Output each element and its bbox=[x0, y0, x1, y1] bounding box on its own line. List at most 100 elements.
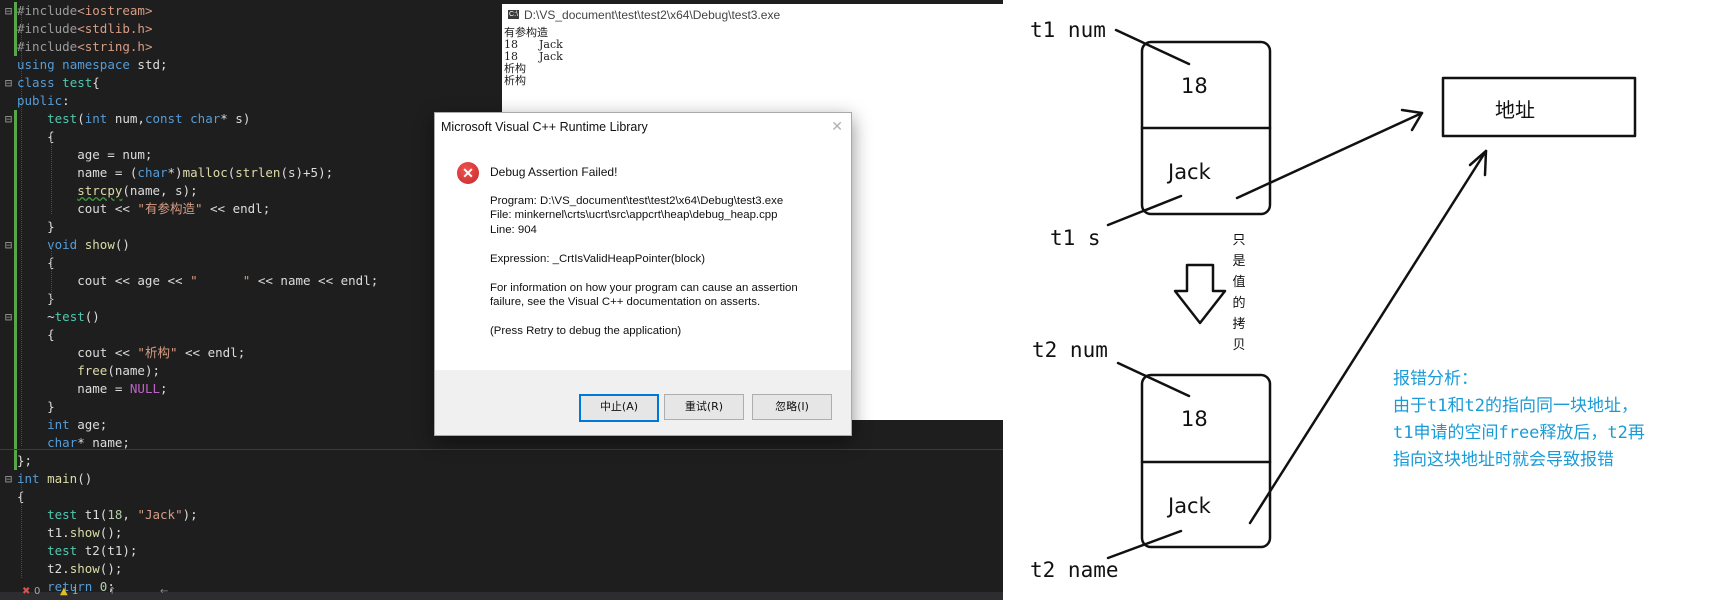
code-text: test t2(t1); bbox=[47, 543, 138, 558]
fold-toggle-icon[interactable]: ⊟ bbox=[3, 2, 14, 20]
dialog-retry-hint: (Press Retry to debug the application) bbox=[490, 325, 682, 337]
down-arrow-icon bbox=[1173, 263, 1227, 325]
code-text: cout << "有参构造" << endl; bbox=[17, 201, 271, 216]
nav-icon[interactable]: ← bbox=[160, 586, 168, 597]
indent-guide bbox=[21, 474, 22, 578]
t2-name-value: Jack bbox=[1168, 494, 1211, 518]
fold-toggle-icon[interactable]: ⊟ bbox=[3, 308, 14, 326]
code-text: cout << age << " " << name << endl; bbox=[17, 273, 379, 288]
error-icon[interactable]: ✖ bbox=[22, 586, 30, 597]
code-text: strcpy(name, s); bbox=[77, 183, 198, 198]
t1-s-pointer bbox=[1106, 194, 1183, 227]
analysis-line: 由于t1和t2的指向同一块地址， bbox=[1393, 396, 1638, 416]
dialog-content: ✕ Debug Assertion Failed! Program: D:\VS… bbox=[435, 143, 851, 370]
error-icon: ✕ bbox=[457, 162, 479, 184]
t2-num-pointer bbox=[1116, 361, 1191, 398]
code-line[interactable]: test t2(t1); bbox=[0, 542, 1003, 560]
t1-num-pointer bbox=[1114, 28, 1191, 66]
code-line[interactable]: t2.show(); bbox=[0, 560, 1003, 578]
copy-note-char: 值 bbox=[1232, 275, 1246, 290]
retry-button[interactable]: 重试(R) bbox=[664, 394, 744, 420]
t1-to-address-arrow bbox=[1235, 111, 1424, 200]
console-title: D:\VS_document\test\test2\x64\Debug\test… bbox=[524, 8, 781, 22]
code-text: } bbox=[17, 219, 55, 234]
code-text: class test{ bbox=[17, 75, 100, 90]
nav-up-icon[interactable]: ↑ bbox=[108, 586, 116, 597]
copy-note-char: 只 bbox=[1232, 233, 1246, 248]
assertion-dialog[interactable]: Microsoft Visual C++ Runtime Library ✕ ✕… bbox=[434, 112, 852, 436]
t2-name-pointer bbox=[1106, 529, 1183, 560]
label-t1-num: t1 num bbox=[1030, 18, 1106, 42]
dialog-line: Line: 904 bbox=[490, 224, 537, 236]
ignore-button[interactable]: 忽略(I) bbox=[752, 394, 832, 420]
console-app-icon: C:\ bbox=[508, 10, 519, 19]
warning-count: 1 bbox=[72, 586, 79, 597]
warning-icon[interactable]: ▲ bbox=[60, 586, 68, 597]
analysis-line: t1申请的空间free释放后，t2再 bbox=[1393, 423, 1645, 443]
memory-diagram: t1 num t1 s t2 num t2 name 18 Jack 18 Ja… bbox=[1003, 0, 1717, 600]
code-text: } bbox=[17, 291, 55, 306]
dialog-program: Program: D:\VS_document\test\test2\x64\D… bbox=[490, 195, 784, 207]
dialog-info-2: failure, see the Visual C++ documentatio… bbox=[490, 296, 761, 308]
error-count: 0 bbox=[34, 586, 41, 597]
console-title-bar[interactable]: C:\ D:\VS_document\test\test2\x64\Debug\… bbox=[502, 4, 1003, 26]
code-text: ~test() bbox=[17, 309, 100, 324]
console-line: 析构 bbox=[504, 74, 526, 87]
close-icon[interactable]: ✕ bbox=[831, 118, 843, 135]
analysis-title: 报错分析： bbox=[1393, 369, 1478, 389]
code-text: age = num; bbox=[17, 147, 153, 162]
copy-note-char: 是 bbox=[1232, 254, 1246, 269]
dialog-title: Microsoft Visual C++ Runtime Library bbox=[441, 120, 648, 134]
fold-toggle-icon[interactable]: ⊟ bbox=[3, 110, 14, 128]
code-text: cout << "析构" << endl; bbox=[17, 345, 246, 360]
fold-toggle-icon[interactable]: ⊟ bbox=[3, 74, 14, 92]
dialog-info-1: For information on how your program can … bbox=[490, 282, 798, 294]
code-text: }; bbox=[17, 453, 33, 468]
editor-divider bbox=[0, 449, 1003, 450]
copy-note-char: 的 bbox=[1232, 296, 1246, 311]
diagram-drawing bbox=[1106, 28, 1637, 560]
analysis-line: 指向这块地址时就会导致报错 bbox=[1393, 450, 1614, 470]
code-text: void show() bbox=[47, 237, 130, 252]
code-text: #include<string.h> bbox=[17, 39, 153, 54]
copy-note-char: 贝 bbox=[1232, 338, 1246, 353]
label-t2-num: t2 num bbox=[1032, 338, 1108, 362]
address-box bbox=[1441, 76, 1637, 138]
code-text: { bbox=[17, 255, 55, 270]
code-text: name = NULL; bbox=[17, 381, 168, 396]
code-text: public: bbox=[17, 93, 70, 108]
dialog-expression: Expression: _CrtIsValidHeapPointer(block… bbox=[490, 253, 706, 265]
code-line[interactable]: { bbox=[0, 488, 1003, 506]
code-line[interactable]: }; bbox=[0, 452, 1003, 470]
dialog-file: File: minkernel\crts\ucrt\src\appcrt\hea… bbox=[490, 209, 778, 221]
label-t1-s: t1 s bbox=[1050, 226, 1101, 250]
indent-guide bbox=[51, 134, 52, 214]
code-text: { bbox=[17, 327, 55, 342]
t2-age-value: 18 bbox=[1181, 407, 1208, 431]
fold-toggle-icon[interactable]: ⊟ bbox=[3, 236, 14, 254]
copy-note-char: 拷 bbox=[1232, 317, 1246, 332]
label-t2-name: t2 name bbox=[1030, 558, 1119, 582]
code-text: { bbox=[17, 129, 55, 144]
abort-button[interactable]: 中止(A) bbox=[579, 394, 659, 422]
dialog-title-bar[interactable]: Microsoft Visual C++ Runtime Library ✕ bbox=[435, 113, 851, 143]
address-label: 地址 bbox=[1495, 98, 1535, 122]
code-text: t1.show(); bbox=[17, 525, 123, 540]
dialog-heading: Debug Assertion Failed! bbox=[490, 165, 618, 179]
code-text: using namespace std; bbox=[17, 57, 168, 72]
code-text: #include<stdlib.h> bbox=[17, 21, 153, 36]
code-text: test t1(18, "Jack"); bbox=[47, 507, 198, 522]
t1-age-value: 18 bbox=[1181, 74, 1208, 98]
code-line[interactable]: t1.show(); bbox=[0, 524, 1003, 542]
code-line[interactable]: test t1(18, "Jack"); bbox=[0, 506, 1003, 524]
t1-name-value: Jack bbox=[1168, 160, 1211, 184]
code-text: free(name); bbox=[77, 363, 161, 378]
editor-status-bar: ✖ 0 ▲ 1 ↑ ← bbox=[0, 586, 1003, 600]
fold-toggle-icon[interactable]: ⊟ bbox=[3, 470, 14, 488]
code-text: t2.show(); bbox=[17, 561, 123, 576]
code-line[interactable]: ⊟ int main() bbox=[0, 470, 1003, 488]
code-text: #include<iostream> bbox=[17, 3, 153, 18]
code-text: int main() bbox=[17, 471, 93, 486]
code-text: name = (char*)malloc(strlen(s)+5); bbox=[17, 165, 334, 180]
indent-guide bbox=[21, 8, 22, 446]
